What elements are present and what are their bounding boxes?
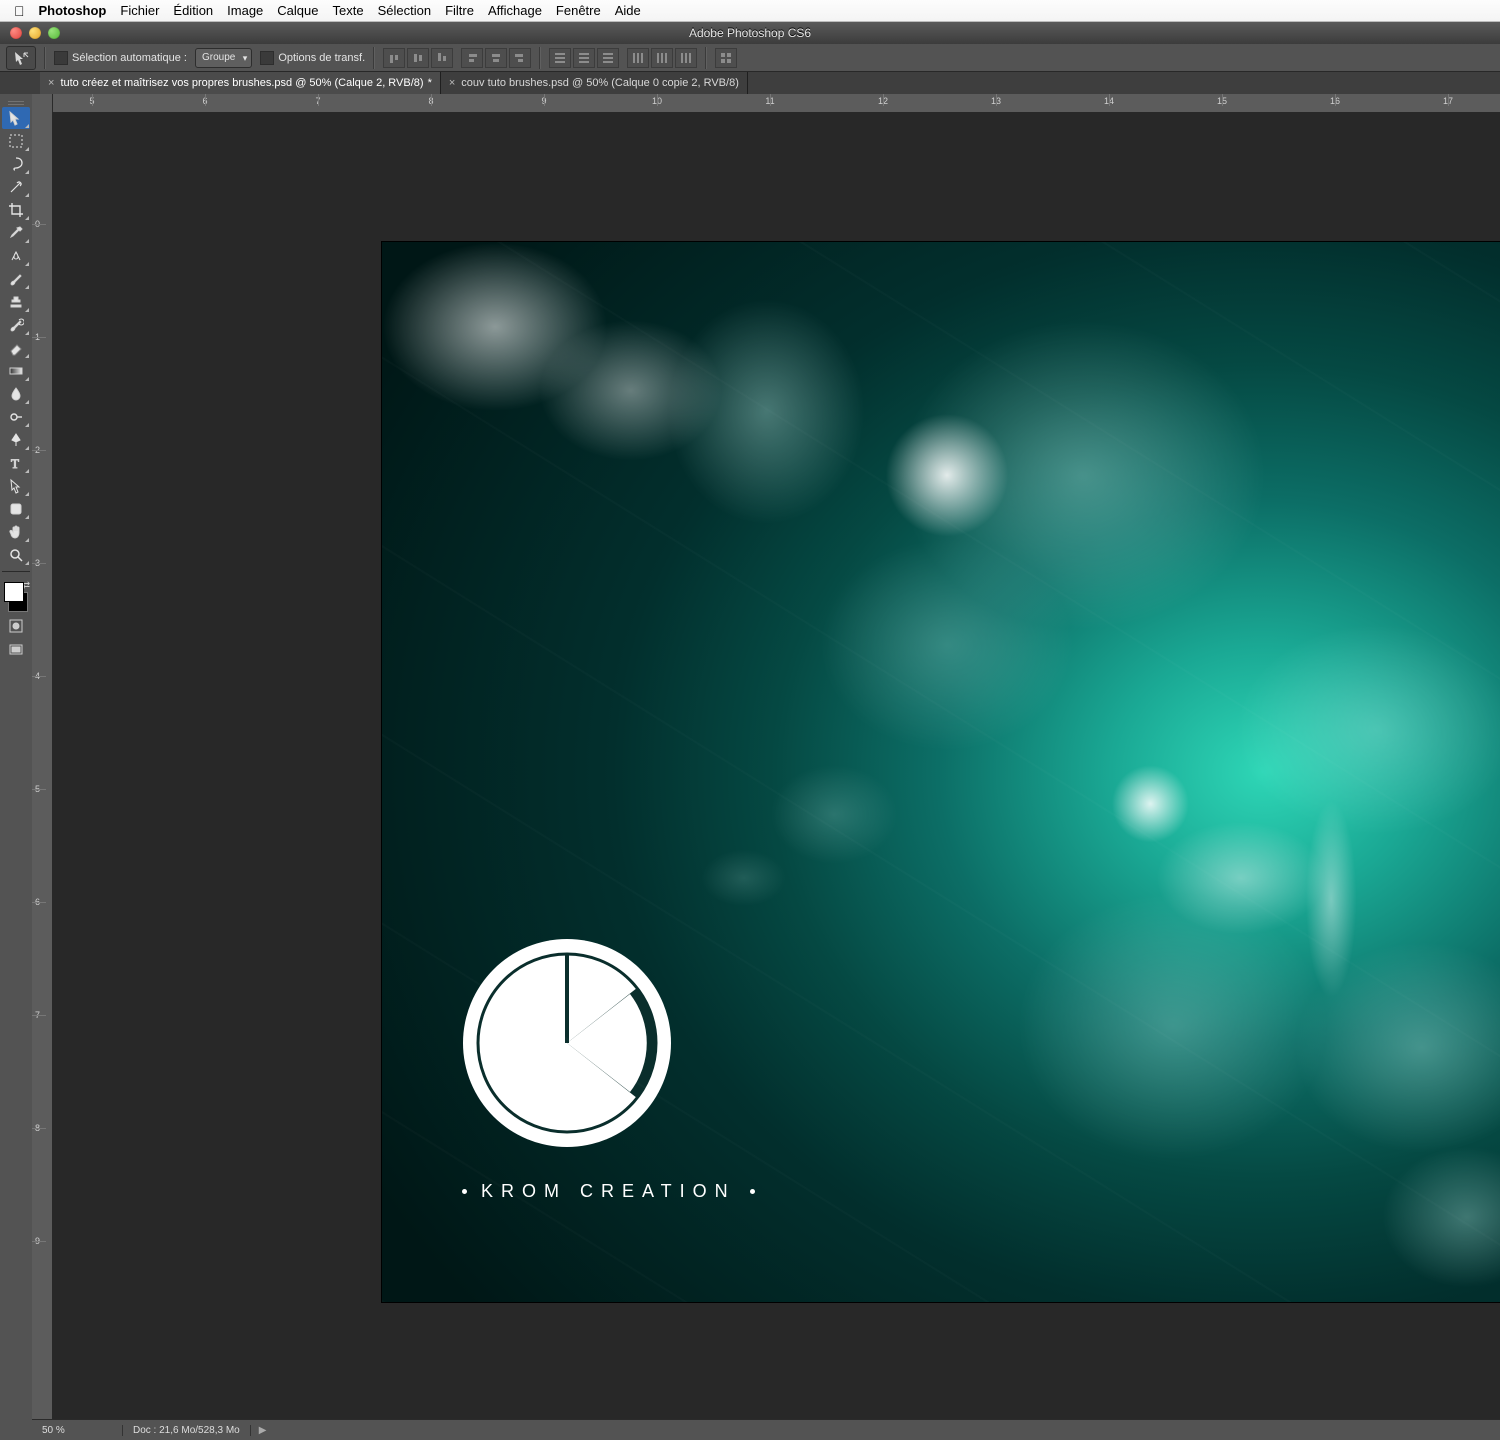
apple-icon[interactable]:  — [14, 3, 25, 19]
eyedropper-tool[interactable] — [2, 222, 30, 244]
menu-fichier[interactable]: Fichier — [120, 3, 159, 18]
align-group-1 — [383, 48, 453, 68]
distribute-group-2 — [627, 48, 697, 68]
distribute-group-1 — [549, 48, 619, 68]
align-right-icon[interactable] — [509, 48, 531, 68]
eraser-tool[interactable] — [2, 337, 30, 359]
horizontal-ruler[interactable]: 56789101112131415161718 — [52, 94, 1500, 113]
menu-edition[interactable]: Édition — [173, 3, 213, 18]
crop-tool[interactable] — [2, 199, 30, 221]
lasso-tool[interactable] — [2, 153, 30, 175]
stamp-tool[interactable] — [2, 291, 30, 313]
separator — [539, 47, 541, 69]
document-tab-2[interactable]: × couv tuto brushes.psd @ 50% (Calque 0 … — [441, 72, 748, 94]
healing-tool[interactable] — [2, 245, 30, 267]
auto-select-checkbox[interactable]: Sélection automatique : — [54, 51, 187, 65]
auto-align-icon[interactable] — [715, 48, 737, 68]
menu-aide[interactable]: Aide — [615, 3, 641, 18]
screenmode-toggle[interactable] — [2, 639, 30, 661]
tab-label: tuto créez et maîtrisez vos propres brus… — [60, 77, 423, 89]
separator — [44, 47, 46, 69]
align-vcenter-icon[interactable] — [407, 48, 429, 68]
doc-size[interactable]: Doc : 21,6 Mo/528,3 Mo — [123, 1425, 251, 1436]
tab-spacer — [0, 72, 40, 94]
logo-text: KROM CREATION — [462, 1181, 755, 1202]
align-hcenter-icon[interactable] — [485, 48, 507, 68]
wand-tool[interactable] — [2, 176, 30, 198]
auto-select-label: Sélection automatique : — [72, 51, 187, 63]
blur-tool[interactable] — [2, 383, 30, 405]
zoom-tool[interactable] — [2, 544, 30, 566]
dodge-tool[interactable] — [2, 406, 30, 428]
align-top-icon[interactable] — [383, 48, 405, 68]
menu-fenetre[interactable]: Fenêtre — [556, 3, 601, 18]
menu-image[interactable]: Image — [227, 3, 263, 18]
document-tabs: × tuto créez et maîtrisez vos propres br… — [0, 72, 1500, 95]
status-bar: 50 % Doc : 21,6 Mo/528,3 Mo ▶ — [32, 1419, 1500, 1440]
artwork-logo: KROM CREATION — [462, 938, 755, 1202]
align-group-2 — [461, 48, 531, 68]
artboard: KROM CREATION — [382, 242, 1500, 1302]
window-minimize-button[interactable] — [29, 27, 41, 39]
foreground-color[interactable] — [4, 582, 24, 602]
canvas-area[interactable]: KROM CREATION — [52, 112, 1500, 1420]
transform-label: Options de transf. — [278, 51, 365, 63]
quickmask-toggle[interactable] — [2, 615, 30, 637]
type-tool[interactable]: T — [2, 452, 30, 474]
menu-selection[interactable]: Sélection — [378, 3, 431, 18]
color-swatches[interactable]: ⇄ — [2, 580, 30, 614]
vertical-ruler[interactable]: 0123456789 — [32, 94, 53, 1420]
distribute-left-icon[interactable] — [627, 48, 649, 68]
close-icon[interactable]: × — [449, 77, 455, 89]
distribute-bottom-icon[interactable] — [597, 48, 619, 68]
distribute-vcenter-icon[interactable] — [573, 48, 595, 68]
bullet-icon — [462, 1189, 467, 1194]
window-close-button[interactable] — [10, 27, 22, 39]
menu-calque[interactable]: Calque — [277, 3, 318, 18]
pen-tool[interactable] — [2, 429, 30, 451]
menu-texte[interactable]: Texte — [333, 3, 364, 18]
menubar-app-name[interactable]: Photoshop — [39, 3, 107, 18]
separator — [2, 571, 30, 572]
path-select-tool[interactable] — [2, 475, 30, 497]
brush-tool[interactable] — [2, 268, 30, 290]
window-controls — [10, 27, 60, 39]
status-menu-icon[interactable]: ▶ — [251, 1425, 275, 1436]
distribute-top-icon[interactable] — [549, 48, 571, 68]
palette-grip[interactable] — [2, 96, 30, 106]
brand-name: KROM CREATION — [481, 1181, 736, 1202]
close-icon[interactable]: × — [48, 77, 54, 89]
svg-text:T: T — [11, 456, 19, 471]
dirty-indicator: * — [428, 77, 432, 89]
align-left-icon[interactable] — [461, 48, 483, 68]
transform-controls-checkbox[interactable]: Options de transf. — [260, 51, 365, 65]
distribute-right-icon[interactable] — [675, 48, 697, 68]
hand-tool[interactable] — [2, 521, 30, 543]
window-zoom-button[interactable] — [48, 27, 60, 39]
mac-menubar:  Photoshop Fichier Édition Image Calque… — [0, 0, 1500, 22]
distribute-hcenter-icon[interactable] — [651, 48, 673, 68]
auto-select-dropdown[interactable]: Groupe — [195, 48, 252, 68]
history-brush-tool[interactable] — [2, 314, 30, 336]
current-tool-indicator[interactable] — [6, 46, 36, 70]
gradient-tool[interactable] — [2, 360, 30, 382]
tab-label: couv tuto brushes.psd @ 50% (Calque 0 co… — [461, 77, 739, 89]
logo-mark-icon — [462, 938, 672, 1148]
separator — [705, 47, 707, 69]
shape-tool[interactable] — [2, 498, 30, 520]
bullet-icon — [750, 1189, 755, 1194]
document-tab-1[interactable]: × tuto créez et maîtrisez vos propres br… — [40, 72, 441, 94]
tool-palette: T ⇄ — [0, 94, 33, 1440]
marquee-tool[interactable] — [2, 130, 30, 152]
options-bar: Sélection automatique : Groupe Options d… — [0, 44, 1500, 72]
app-titlebar: Adobe Photoshop CS6 — [0, 22, 1500, 45]
menu-affichage[interactable]: Affichage — [488, 3, 542, 18]
separator — [373, 47, 375, 69]
zoom-field[interactable]: 50 % — [32, 1425, 123, 1436]
move-tool[interactable] — [2, 107, 30, 129]
app-title: Adobe Photoshop CS6 — [689, 26, 811, 40]
align-bottom-icon[interactable] — [431, 48, 453, 68]
menu-filtre[interactable]: Filtre — [445, 3, 474, 18]
